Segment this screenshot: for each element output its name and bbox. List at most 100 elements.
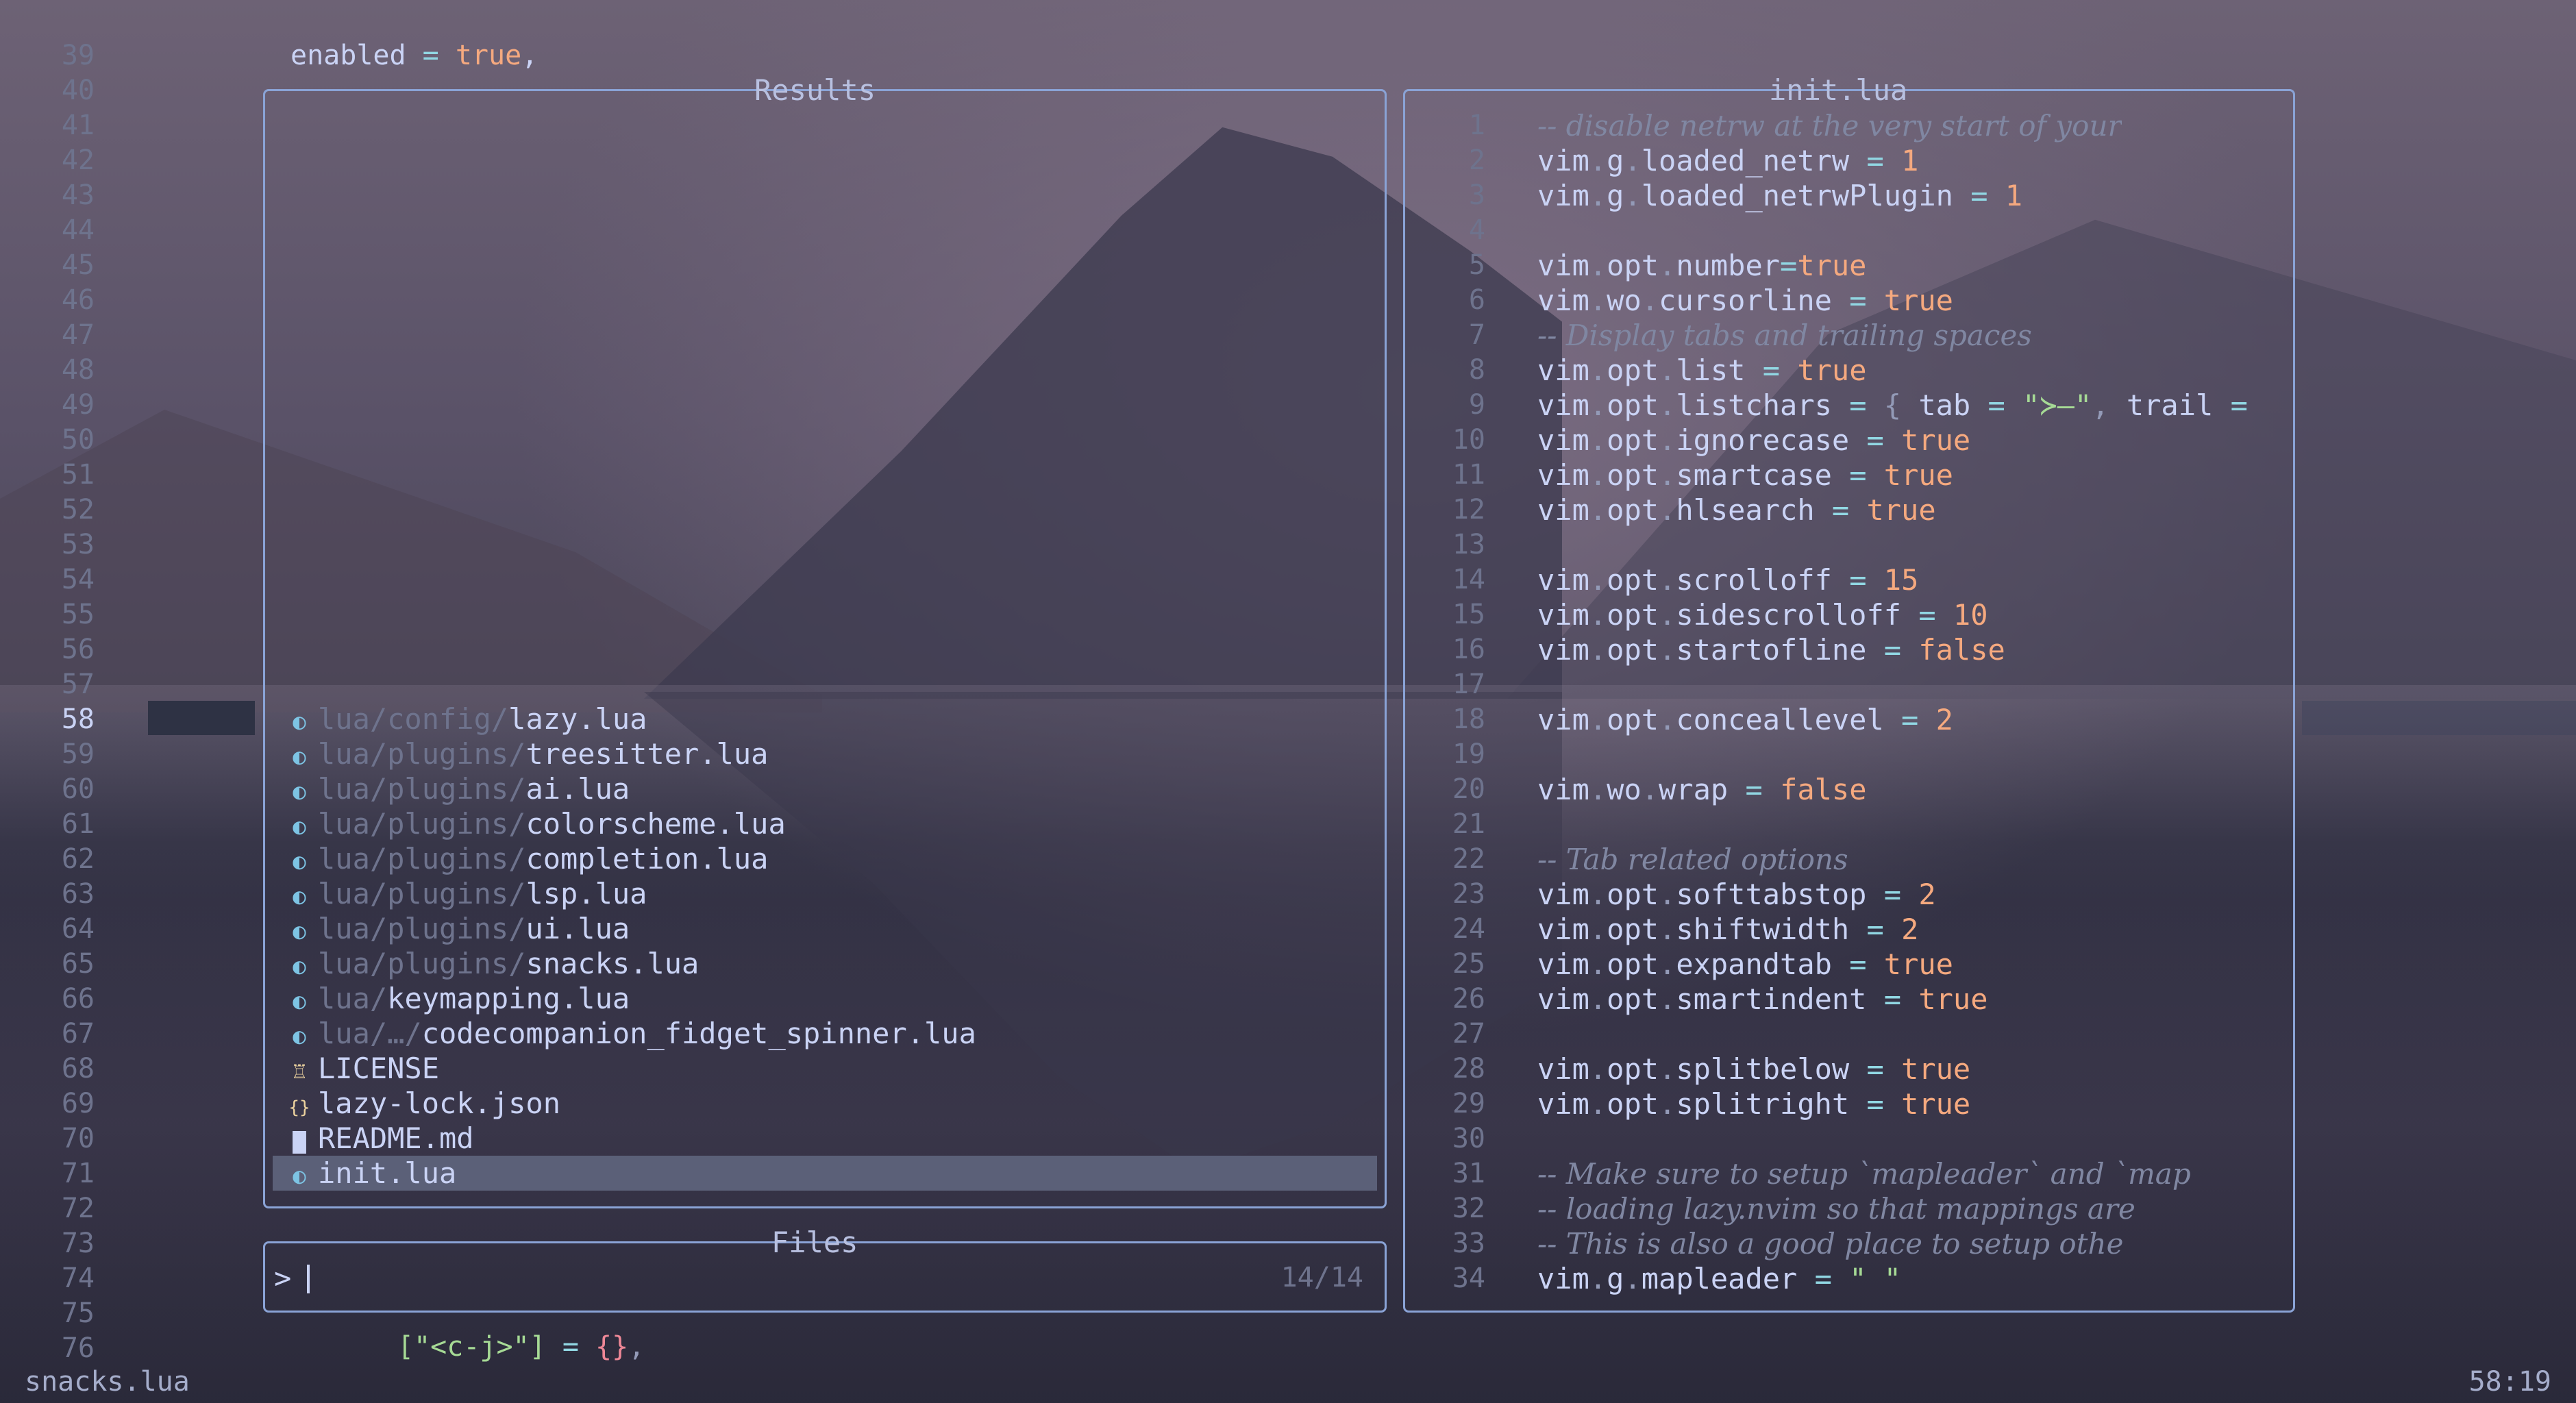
line-number: 69 xyxy=(61,1088,95,1119)
preview-code-line: vim.opt.splitbelow = true xyxy=(1537,1052,1971,1086)
line-number: 66 xyxy=(61,983,95,1015)
preview-line-number: 21 xyxy=(1452,808,1485,840)
line-number: 67 xyxy=(61,1018,95,1050)
line-number: 50 xyxy=(61,424,95,456)
preview-line-number: 26 xyxy=(1452,983,1485,1015)
line-number: 64 xyxy=(61,913,95,945)
preview-line-number: 12 xyxy=(1452,494,1485,525)
result-filename: ai.lua xyxy=(525,772,630,806)
result-item[interactable]: ◐ init.lua xyxy=(273,1156,1377,1191)
editor-line-39-text: enabled = true, xyxy=(290,40,538,71)
line-number: 57 xyxy=(61,669,95,700)
result-item[interactable]: ◐ lua/keymapping.lua xyxy=(281,981,1377,1016)
lua-icon: ◐ xyxy=(293,848,306,874)
line-number: 51 xyxy=(61,459,95,491)
result-dir: lua/plugins/ xyxy=(318,947,526,980)
result-item[interactable]: {} lazy-lock.json xyxy=(281,1086,1377,1121)
result-item[interactable]: ◐ lua/plugins/ui.lua xyxy=(281,911,1377,946)
line-number: 62 xyxy=(61,843,95,875)
preview-line-number: 28 xyxy=(1452,1053,1485,1084)
line-number: 76 xyxy=(61,1332,95,1364)
result-dir: lua/plugins/ xyxy=(318,807,526,841)
result-filename: keymapping.lua xyxy=(387,982,630,1015)
preview-line-number: 16 xyxy=(1452,634,1485,665)
preview-code-line: -- Make sure to setup `mapleader` and `m… xyxy=(1537,1157,2191,1191)
result-filename: README.md xyxy=(318,1121,474,1155)
editor-line-39[interactable]: enabled = true, xyxy=(290,38,538,73)
files-title: Files xyxy=(771,1226,858,1259)
lua-icon: ◐ xyxy=(293,743,306,769)
preview-line-number: 32 xyxy=(1452,1193,1485,1224)
editor-line-76-text: ["<c-j>"] = {}, xyxy=(397,1331,645,1363)
line-number: 54 xyxy=(61,564,95,595)
line-number: 53 xyxy=(61,529,95,560)
line-number: 48 xyxy=(61,354,95,386)
preview-line-number: 1 xyxy=(1468,110,1485,141)
result-item[interactable]: ◐ lua/plugins/lsp.lua xyxy=(281,876,1377,911)
preview-line-number: 13 xyxy=(1452,529,1485,560)
cursorline-highlight-right xyxy=(2302,701,2576,735)
preview-line-number: 11 xyxy=(1452,459,1485,491)
preview-line-number: 27 xyxy=(1452,1018,1485,1050)
line-number: 40 xyxy=(61,75,95,106)
line-number: 61 xyxy=(61,808,95,840)
result-dir: lua/plugins/ xyxy=(318,737,526,771)
preview-line-number: 14 xyxy=(1452,564,1485,595)
editor-line-76[interactable]: ["<c-j>"] = {}, xyxy=(397,1330,645,1365)
preview-code-line: vim.g.loaded_netrwPlugin = 1 xyxy=(1537,179,2023,212)
result-filename: completion.lua xyxy=(525,842,769,876)
preview-code-line: -- disable netrw at the very start of yo… xyxy=(1537,109,2122,142)
preview-code-line: vim.wo.wrap = false xyxy=(1537,773,1867,806)
cursorline-highlight xyxy=(148,701,255,735)
preview-code-line: -- Display tabs and trailing spaces xyxy=(1537,319,2032,352)
result-dir: lua/plugins/ xyxy=(318,772,526,806)
preview-line-number: 25 xyxy=(1452,948,1485,980)
line-number: 41 xyxy=(61,110,95,141)
lua-icon: ◐ xyxy=(293,708,306,734)
results-title: Results xyxy=(754,73,876,107)
preview-code-line: vim.opt.listchars = { tab = "≻—", trail … xyxy=(1537,388,2248,422)
line-number: 46 xyxy=(61,284,95,316)
result-item[interactable]: ◐ lua/…/codecompanion_fidget_spinner.lua xyxy=(281,1016,1377,1051)
preview-code-line: vim.opt.conceallevel = 2 xyxy=(1537,703,1953,736)
result-item[interactable]: ◐ lua/plugins/ai.lua xyxy=(281,771,1377,806)
result-item[interactable]: ▇ README.md xyxy=(281,1121,1377,1156)
line-number: 71 xyxy=(61,1158,95,1189)
preview-line-number: 15 xyxy=(1452,599,1485,630)
line-number: 39 xyxy=(61,40,95,71)
prompt-icon: > xyxy=(274,1261,292,1295)
preview-code-line: -- loading lazy.nvim so that mappings ar… xyxy=(1537,1192,2135,1226)
line-number: 55 xyxy=(61,599,95,630)
result-item[interactable]: ♖ LICENSE xyxy=(281,1051,1377,1086)
search-input[interactable] xyxy=(307,1265,310,1293)
result-item[interactable]: ◐ lua/plugins/colorscheme.lua xyxy=(281,806,1377,841)
preview-line-number: 4 xyxy=(1468,214,1485,246)
result-count: 14/14 xyxy=(1280,1262,1363,1293)
line-number: 72 xyxy=(61,1193,95,1224)
lua-icon: ◐ xyxy=(293,813,306,839)
preview-code-line: vim.opt.scrolloff = 15 xyxy=(1537,563,1919,597)
preview-code-line: vim.opt.hlsearch = true xyxy=(1537,493,1936,527)
lua-icon: ◐ xyxy=(293,953,306,979)
preview-code-line: vim.wo.cursorline = true xyxy=(1537,284,1953,317)
preview-line-number: 5 xyxy=(1468,249,1485,281)
preview-line-number: 31 xyxy=(1452,1158,1485,1189)
result-dir: lua/plugins/ xyxy=(318,912,526,945)
lua-icon: ◐ xyxy=(293,1163,306,1189)
line-number: 75 xyxy=(61,1298,95,1329)
preview-line-number: 8 xyxy=(1468,354,1485,386)
result-item[interactable]: ◐ lua/plugins/completion.lua xyxy=(281,841,1377,876)
license-icon: ♖ xyxy=(293,1058,306,1084)
line-number: 59 xyxy=(61,738,95,770)
result-item[interactable]: ◐ lua/plugins/snacks.lua xyxy=(281,946,1377,981)
status-position: 58:19 xyxy=(2468,1366,2551,1398)
preview-code-line: vim.opt.number=true xyxy=(1537,249,1867,282)
line-number: 73 xyxy=(61,1228,95,1259)
line-number: 68 xyxy=(61,1053,95,1084)
preview-line-number: 18 xyxy=(1452,704,1485,735)
result-item[interactable]: ◐ lua/plugins/treesitter.lua xyxy=(281,736,1377,771)
preview-line-number: 33 xyxy=(1452,1228,1485,1259)
result-dir: lua/…/ xyxy=(318,1017,422,1050)
result-item[interactable]: ◐ lua/config/lazy.lua xyxy=(281,702,1377,736)
line-number: 52 xyxy=(61,494,95,525)
